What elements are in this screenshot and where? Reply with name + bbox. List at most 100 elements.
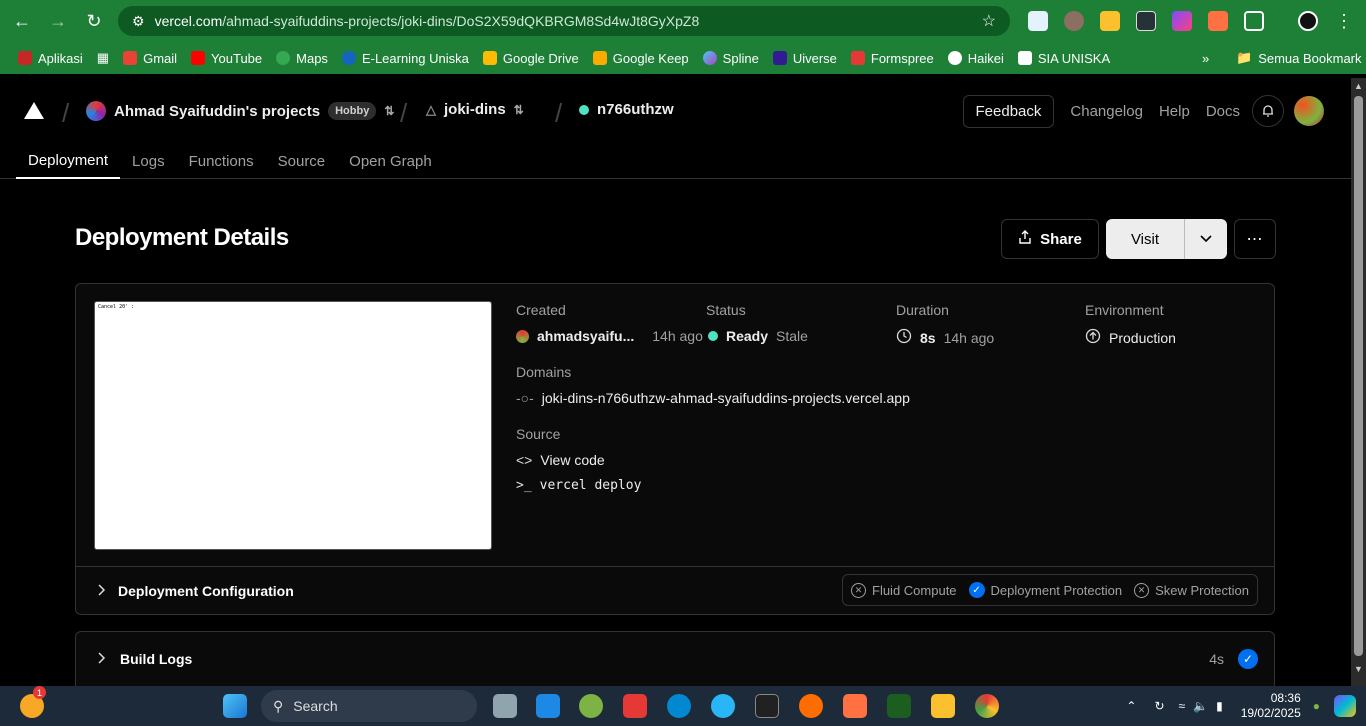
view-code-link[interactable]: View code xyxy=(540,452,604,468)
page-title: Deployment Details xyxy=(75,224,289,251)
edge-icon[interactable] xyxy=(667,694,691,718)
breadcrumb-separator: / xyxy=(62,98,70,128)
bookmark-haikei[interactable]: Haikei xyxy=(947,51,1004,66)
deployment-preview[interactable]: Cancel 20' : xyxy=(94,301,492,550)
chrome-icon[interactable] xyxy=(975,694,999,718)
clock[interactable]: 08:36 19/02/2025 xyxy=(1241,691,1301,721)
author-avatar[interactable] xyxy=(516,329,529,343)
app-icon[interactable] xyxy=(755,694,779,718)
app-icon[interactable] xyxy=(579,694,603,718)
page-viewport: / Ahmad Syaifuddin's projects Hobby ⇅ / … xyxy=(0,78,1351,686)
share-label: Share xyxy=(1040,230,1082,248)
wifi-icon[interactable]: ≈ xyxy=(1179,699,1186,713)
scroll-thumb[interactable] xyxy=(1354,96,1363,656)
build-logs-toggle[interactable]: Build Logs xyxy=(98,651,192,667)
tab-open-graph[interactable]: Open Graph xyxy=(337,144,444,179)
environment-value: Production xyxy=(1085,328,1176,347)
app-icon[interactable] xyxy=(843,694,867,718)
extension-box-icon[interactable] xyxy=(1136,11,1156,31)
check-circle-icon: ✓ xyxy=(1238,649,1258,669)
apps-icon xyxy=(18,51,32,65)
bookmark-sia-uniska[interactable]: SIA UNISKA xyxy=(1017,51,1110,66)
bookmark-maps[interactable]: Maps xyxy=(276,51,328,66)
reload-icon[interactable]: ↻ xyxy=(76,3,112,39)
chevron-down-icon[interactable] xyxy=(1185,219,1227,259)
chevron-updown-icon[interactable]: ⇅ xyxy=(384,104,394,118)
bookmark-formspree[interactable]: Formspree xyxy=(850,51,934,66)
all-bookmarks[interactable]: 📁 Semua Bookmark xyxy=(1236,50,1362,66)
created-value: ahmadsyaifu... 14h ago xyxy=(516,328,703,344)
user-avatar[interactable] xyxy=(1294,96,1324,126)
copilot-icon[interactable] xyxy=(1334,695,1356,717)
bookmark-star-icon[interactable]: ☆ xyxy=(982,11,996,31)
address-bar[interactable]: ⚙ vercel.com/ahmad-syaifuddins-projects/… xyxy=(118,6,1010,36)
bookmark-gmail[interactable]: Gmail xyxy=(123,51,177,66)
task-view-icon[interactable] xyxy=(493,694,517,718)
domain-link[interactable]: joki-dins-n766uthzw-ahmad-syaifuddins-pr… xyxy=(542,390,910,406)
team-selector[interactable]: Ahmad Syaifuddin's projects Hobby ⇅ xyxy=(86,101,394,121)
vercel-header: / Ahmad Syaifuddin's projects Hobby ⇅ / … xyxy=(0,78,1351,144)
file-explorer-icon[interactable] xyxy=(931,694,955,718)
extension-cookie-icon[interactable] xyxy=(1064,11,1084,31)
breadcrumb-separator: / xyxy=(400,98,408,128)
page-scrollbar[interactable]: ▲ ▼ xyxy=(1351,78,1366,686)
build-logs-section[interactable]: Build Logs 4s ✓ xyxy=(75,631,1275,686)
extension-chess-icon[interactable] xyxy=(1208,11,1228,31)
project-selector[interactable]: △ joki-dins ⇅ xyxy=(426,101,524,118)
environment-label: Environment xyxy=(1085,302,1164,318)
app-icon[interactable] xyxy=(623,694,647,718)
scroll-down-icon[interactable]: ▼ xyxy=(1354,664,1363,674)
notification-bell-icon[interactable]: ● xyxy=(1313,699,1320,713)
chevron-up-icon[interactable]: ⌃ xyxy=(1126,699,1136,713)
back-icon[interactable]: ← xyxy=(4,3,40,39)
feedback-button[interactable]: Feedback xyxy=(962,94,1055,128)
profile-avatar-icon[interactable] xyxy=(1298,11,1318,31)
site-info-icon[interactable]: ⚙ xyxy=(132,13,145,30)
share-button[interactable]: Share xyxy=(1001,219,1099,259)
deployment-crumb[interactable]: n766uthzw xyxy=(579,101,674,118)
battery-icon[interactable]: ▮ xyxy=(1216,699,1223,713)
bookmarks-bar: Aplikasi ▦ Gmail YouTube Maps E-Learning… xyxy=(0,42,1366,74)
bookmark-spline[interactable]: Spline xyxy=(702,51,759,66)
postman-icon[interactable] xyxy=(799,694,823,718)
windows-start-icon[interactable] xyxy=(223,694,247,718)
bookmark-elearning[interactable]: E-Learning Uniska xyxy=(341,51,469,66)
store-icon[interactable] xyxy=(536,694,560,718)
bookmark-keep[interactable]: Google Keep xyxy=(592,51,689,66)
changelog-link[interactable]: Changelog xyxy=(1070,103,1143,120)
visit-button[interactable]: Visit xyxy=(1106,219,1185,259)
vercel-logo-icon[interactable] xyxy=(24,102,44,119)
extensions-puzzle-icon[interactable] xyxy=(1244,11,1264,31)
tab-source[interactable]: Source xyxy=(266,144,338,179)
preview-text: Cancel 20' : xyxy=(98,304,135,310)
bookmarks-overflow-icon[interactable]: » xyxy=(1202,51,1209,66)
commit-node-icon: -○- xyxy=(516,390,534,406)
volume-icon[interactable]: 🔈 xyxy=(1193,699,1208,713)
bell-icon[interactable] xyxy=(1252,95,1284,127)
tab-deployment[interactable]: Deployment xyxy=(16,144,121,179)
scroll-up-icon[interactable]: ▲ xyxy=(1354,81,1363,91)
extension-docs-icon[interactable] xyxy=(1028,11,1048,31)
docs-link[interactable]: Docs xyxy=(1206,103,1240,120)
created-user[interactable]: ahmadsyaifu... xyxy=(537,328,634,344)
extension-palette-icon[interactable] xyxy=(1100,11,1120,31)
tab-logs[interactable]: Logs xyxy=(120,144,177,179)
taskbar-search[interactable]: ⚲ Search xyxy=(261,690,477,722)
more-options-icon[interactable]: ⋯ xyxy=(1234,219,1276,259)
app-icon[interactable] xyxy=(887,694,911,718)
help-link[interactable]: Help xyxy=(1159,103,1190,120)
app-icon[interactable] xyxy=(711,694,735,718)
forward-icon[interactable]: → xyxy=(40,3,76,39)
bookmark-drive[interactable]: Google Drive xyxy=(482,51,579,66)
tab-functions[interactable]: Functions xyxy=(177,144,266,179)
bookmark-uiverse[interactable]: Uiverse xyxy=(772,51,837,66)
sync-icon[interactable]: ↻ xyxy=(1154,699,1164,713)
deployment-configuration-toggle[interactable]: Deployment Configuration xyxy=(98,583,294,599)
bookmark-aplikasi[interactable]: Aplikasi xyxy=(18,51,83,66)
bookmark-grid[interactable]: ▦ xyxy=(97,50,109,66)
duration-value: 8s 14h ago xyxy=(896,328,994,347)
browser-menu-icon[interactable]: ⋮ xyxy=(1326,3,1362,39)
bookmark-youtube[interactable]: YouTube xyxy=(191,51,262,66)
chevron-updown-icon[interactable]: ⇅ xyxy=(514,103,524,117)
extension-gradient-icon[interactable] xyxy=(1172,11,1192,31)
